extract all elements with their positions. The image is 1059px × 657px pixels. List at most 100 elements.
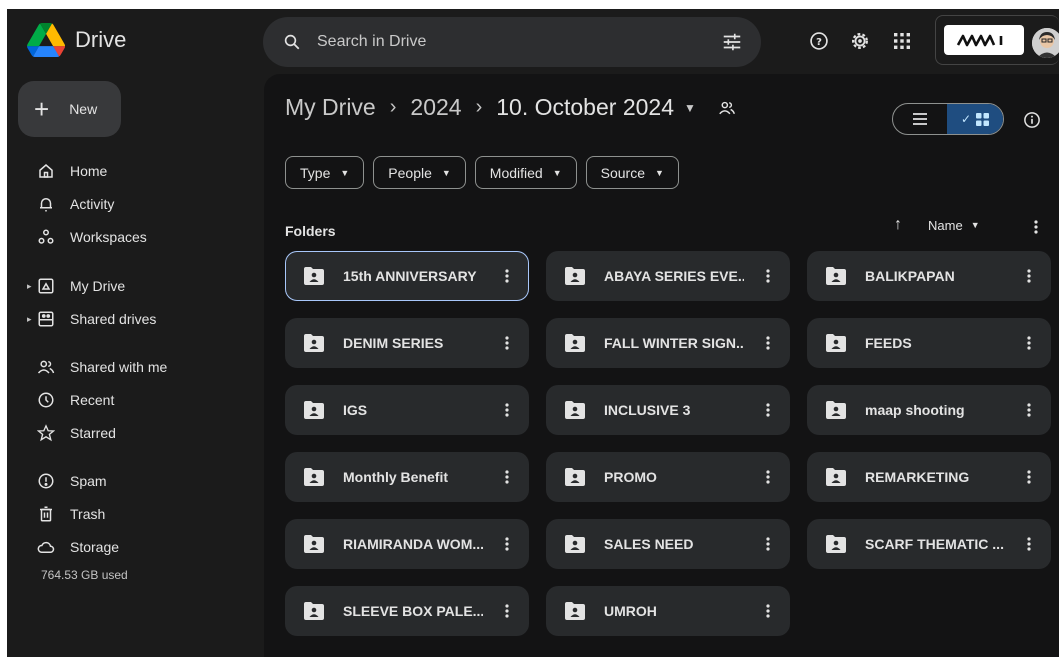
sidebar-item-home[interactable]: Home <box>7 156 257 186</box>
folder-card[interactable]: INCLUSIVE 3 <box>546 385 790 435</box>
folder-card[interactable]: SALES NEED <box>546 519 790 569</box>
folder-card[interactable]: DENIM SERIES <box>285 318 529 368</box>
more-options-icon[interactable] <box>499 600 515 622</box>
workspaces-icon <box>35 226 57 248</box>
folder-name: SCARF THEMATIC ... <box>865 536 1004 552</box>
grid-icon <box>976 112 990 126</box>
sidebar-item-shared-with-me[interactable]: Shared with me <box>7 352 257 382</box>
more-options-icon[interactable] <box>760 332 776 354</box>
sort-label[interactable]: Name <box>928 218 963 233</box>
folder-card[interactable]: 15th ANNIVERSARY <box>285 251 529 301</box>
trash-icon <box>35 503 57 525</box>
grid-view-button[interactable]: ✓ <box>947 104 1003 134</box>
shared-folder-icon <box>825 266 847 286</box>
shared-folder-icon[interactable] <box>718 98 738 118</box>
account-switcher[interactable] <box>935 15 1059 65</box>
folder-card[interactable]: RIAMIRANDA WOM... <box>285 519 529 569</box>
folder-card[interactable]: IGS <box>285 385 529 435</box>
folder-name: SALES NEED <box>604 536 694 552</box>
search-input[interactable] <box>317 33 697 51</box>
apps-grid-icon[interactable] <box>891 30 913 52</box>
folder-card[interactable]: FALL WINTER SIGN... <box>546 318 790 368</box>
sidebar-item-label: Shared with me <box>70 359 168 375</box>
clock-icon <box>35 389 57 411</box>
sort-direction-arrow-icon[interactable]: ↑ <box>894 216 902 234</box>
breadcrumb-current-folder[interactable]: 10. October 2024 <box>496 94 674 121</box>
folder-card[interactable]: ABAYA SERIES EVE... <box>546 251 790 301</box>
new-button[interactable]: + New <box>18 81 121 137</box>
shared-folder-icon <box>564 333 586 353</box>
settings-icon[interactable] <box>849 30 871 52</box>
sidebar-item-shared-drives[interactable]: ▸ Shared drives <box>7 304 257 334</box>
folder-card[interactable]: UMROH <box>546 586 790 636</box>
app-name: Drive <box>75 27 127 52</box>
sidebar-item-recent[interactable]: Recent <box>7 385 257 415</box>
more-options-icon[interactable] <box>760 600 776 622</box>
folder-name: maap shooting <box>865 402 965 418</box>
search-bar[interactable] <box>263 17 761 67</box>
folder-card[interactable]: Monthly Benefit <box>285 452 529 502</box>
more-options-icon[interactable] <box>1021 332 1037 354</box>
shared-drives-icon <box>35 308 57 330</box>
sidebar-item-workspaces[interactable]: Workspaces <box>7 222 257 252</box>
breadcrumb-my-drive[interactable]: My Drive <box>285 94 376 121</box>
folder-card[interactable]: REMARKETING <box>807 452 1051 502</box>
more-options-icon[interactable] <box>499 332 515 354</box>
search-options-icon[interactable] <box>721 31 743 53</box>
search-icon[interactable] <box>281 31 303 53</box>
dropdown-arrow-icon[interactable]: ▼ <box>684 101 696 115</box>
folder-card[interactable]: FEEDS <box>807 318 1051 368</box>
sidebar-item-spam[interactable]: Spam <box>7 466 257 496</box>
folder-name: SLEEVE BOX PALE... <box>343 603 483 619</box>
filter-type[interactable]: Type ▼ <box>285 156 365 189</box>
folder-name: RIAMIRANDA WOM... <box>343 536 483 552</box>
more-options-icon[interactable] <box>499 466 515 488</box>
shared-folder-icon <box>564 534 586 554</box>
folder-card[interactable]: PROMO <box>546 452 790 502</box>
more-options-icon[interactable] <box>1021 399 1037 421</box>
cloud-icon <box>35 536 57 558</box>
more-options-icon[interactable] <box>760 399 776 421</box>
help-icon[interactable]: ? <box>808 30 830 52</box>
folder-name: DENIM SERIES <box>343 335 444 351</box>
expand-caret-icon[interactable]: ▸ <box>27 281 32 292</box>
folder-card[interactable]: SCARF THEMATIC ... <box>807 519 1051 569</box>
folder-name: FEEDS <box>865 335 912 351</box>
sidebar-item-starred[interactable]: Starred <box>7 418 257 448</box>
plus-icon: + <box>34 94 50 124</box>
more-options-icon[interactable] <box>760 466 776 488</box>
folder-card[interactable]: BALIKPAPAN <box>807 251 1051 301</box>
more-options-icon[interactable] <box>1021 265 1037 287</box>
more-options-icon[interactable] <box>760 265 776 287</box>
chip-label: People <box>388 164 432 181</box>
filter-people[interactable]: People ▼ <box>373 156 466 189</box>
shared-folder-icon <box>825 467 847 487</box>
filter-modified[interactable]: Modified ▼ <box>474 156 577 189</box>
sidebar-item-label: Starred <box>70 425 116 441</box>
more-options-icon[interactable] <box>499 533 515 555</box>
list-view-button[interactable] <box>893 104 947 134</box>
folder-name: INCLUSIVE 3 <box>604 402 691 418</box>
more-options-icon[interactable] <box>1026 216 1046 238</box>
more-options-icon[interactable] <box>1021 466 1037 488</box>
sidebar-item-trash[interactable]: Trash <box>7 499 257 529</box>
sort-control[interactable]: ↑ Name ▼ <box>894 216 980 234</box>
user-avatar[interactable] <box>1032 28 1059 58</box>
folder-card[interactable]: maap shooting <box>807 385 1051 435</box>
organization-logo <box>944 25 1024 55</box>
more-options-icon[interactable] <box>499 265 515 287</box>
info-icon[interactable] <box>1021 109 1043 131</box>
more-options-icon[interactable] <box>1021 533 1037 555</box>
sidebar-item-my-drive[interactable]: ▸ My Drive <box>7 271 257 301</box>
breadcrumb-year[interactable]: 2024 <box>410 94 461 121</box>
new-button-label: New <box>69 101 98 117</box>
star-icon <box>35 422 57 444</box>
sidebar-item-storage[interactable]: Storage <box>7 532 257 562</box>
filter-source[interactable]: Source ▼ <box>585 156 679 189</box>
drive-logo[interactable]: Drive <box>27 23 126 57</box>
more-options-icon[interactable] <box>760 533 776 555</box>
more-options-icon[interactable] <box>499 399 515 421</box>
folder-card[interactable]: SLEEVE BOX PALE... <box>285 586 529 636</box>
sidebar-item-activity[interactable]: Activity <box>7 189 257 219</box>
expand-caret-icon[interactable]: ▸ <box>27 314 32 325</box>
